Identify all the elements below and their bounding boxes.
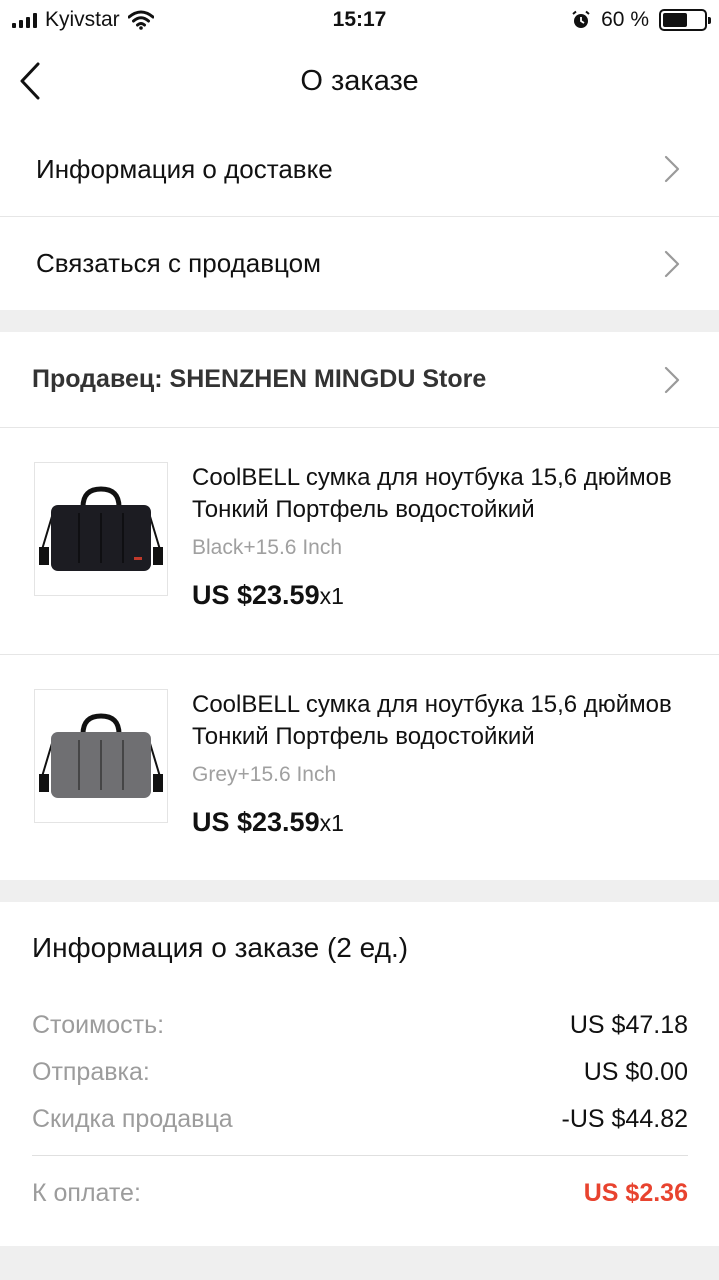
alarm-icon [572,10,590,28]
signal-icon [12,12,37,28]
carrier-name: Kyivstar [45,8,120,31]
contact-seller-label: Связаться с продавцом [36,248,321,278]
product-image[interactable] [34,689,168,823]
contact-seller-link[interactable]: Связаться с продавцом [0,216,719,310]
product-quantity: x1 [319,583,344,609]
links-section: Информация о доставке Связаться с продав… [0,122,719,310]
total-row: К оплате: US $2.36 [32,1170,688,1217]
shipping-label: Отправка: [32,1058,150,1086]
section-gap [0,880,719,902]
item-info: CoolBELL сумка для ноутбука 15,6 дюймов … [192,462,689,654]
item-info: CoolBELL сумка для ноутбука 15,6 дюймов … [192,689,689,880]
subtotal-row: Стоимость: US $47.18 [32,1002,688,1049]
chevron-right-icon [664,366,680,393]
seller-name: Продавец: SHENZHEN MINGDU Store [32,365,487,393]
product-quantity: x1 [319,810,344,836]
page-title: О заказе [300,64,419,97]
product-variant: Grey+15.6 Inch [192,763,337,786]
chevron-right-icon [664,250,680,277]
delivery-info-link[interactable]: Информация о доставке [0,122,719,216]
summary-title: Информация о заказе (2 ед.) [32,932,409,963]
laptop-bag-icon [39,713,163,798]
delivery-info-label: Информация о доставке [36,153,333,184]
order-summary: Информация о заказе (2 ед.) Стоимость: U… [0,902,719,1246]
product-price: US $23.59 [192,580,320,610]
order-items-section: Продавец: SHENZHEN MINGDU Store CoolBELL… [0,332,719,880]
back-button[interactable] [10,56,50,106]
battery-icon [659,9,711,31]
total-value: US $2.36 [583,1179,688,1207]
subtotal-value: US $47.18 [569,1011,688,1039]
order-item[interactable]: CoolBELL сумка для ноутбука 15,6 дюймов … [0,428,719,654]
product-image[interactable] [34,462,168,596]
carrier-info: Kyivstar [12,8,154,32]
chevron-left-icon [20,62,40,100]
product-price: US $23.59 [192,807,320,837]
discount-row: Скидка продавца -US $44.82 [32,1096,688,1143]
wifi-icon [127,10,154,30]
battery-level [663,13,687,27]
laptop-bag-icon [39,486,163,571]
shipping-value: US $0.00 [583,1058,688,1086]
product-title[interactable]: CoolBELL сумка для ноутбука 15,6 дюймов … [192,689,689,753]
discount-value: -US $44.82 [561,1105,688,1133]
status-right: 60 % [571,8,711,32]
subtotal-label: Стоимость: [32,1011,165,1039]
discount-label: Скидка продавца [32,1105,233,1133]
product-title[interactable]: CoolBELL сумка для ноутбука 15,6 дюймов … [192,462,689,526]
shipping-row: Отправка: US $0.00 [32,1049,688,1096]
chevron-right-icon [664,155,680,183]
price-line: US $23.59x1 [192,807,689,838]
status-bar: Kyivstar 15:17 60 % [0,0,719,40]
price-line: US $23.59x1 [192,580,689,611]
nav-bar: О заказе [0,40,719,122]
total-label: К оплате: [32,1179,141,1207]
summary-divider [32,1155,688,1156]
seller-link[interactable]: Продавец: SHENZHEN MINGDU Store [0,332,719,428]
battery-percent: 60 % [601,8,649,31]
section-gap [0,310,719,332]
product-variant: Black+15.6 Inch [192,536,343,559]
order-item[interactable]: CoolBELL сумка для ноутбука 15,6 дюймов … [0,654,719,880]
